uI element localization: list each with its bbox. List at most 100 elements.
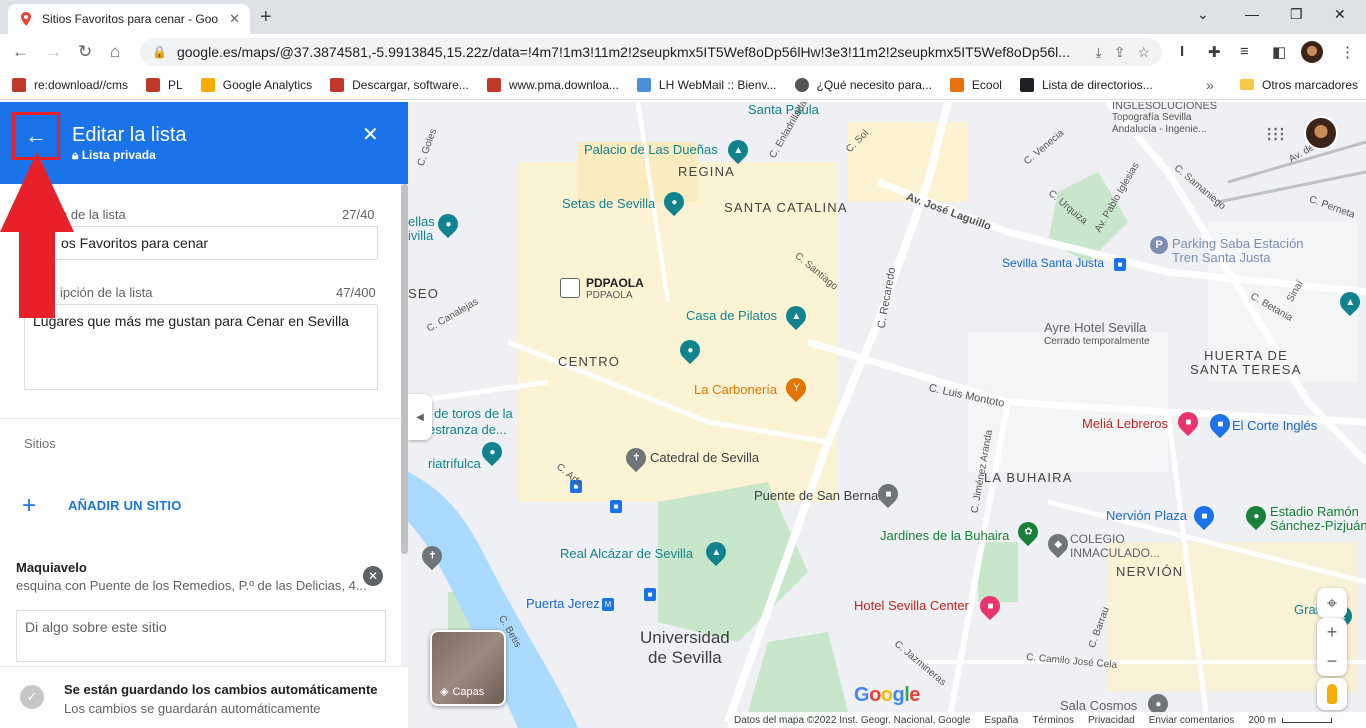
place-name[interactable]: Maquiavelo bbox=[16, 560, 87, 575]
bookmark-item[interactable]: Google Analytics bbox=[200, 77, 312, 92]
country-link[interactable]: España bbox=[984, 715, 1018, 726]
browser-tab[interactable]: Sitios Favoritos para cenar - Goo ✕ bbox=[8, 4, 250, 34]
poi-label[interactable]: Parking Saba Estación bbox=[1172, 236, 1304, 251]
close-panel-button[interactable]: ✕ bbox=[362, 122, 379, 147]
more-bookmarks-icon[interactable]: » bbox=[1206, 77, 1214, 93]
poi-label[interactable]: riatrifulca bbox=[428, 456, 481, 471]
poi-label[interactable]: PDPAOLA bbox=[586, 276, 644, 290]
poi-label[interactable]: Setas de Sevilla bbox=[562, 196, 655, 211]
poi-label[interactable]: Puente de San Bernardo bbox=[754, 488, 897, 503]
poi-label[interactable]: Casa de Pilatos bbox=[686, 308, 777, 323]
poi-label[interactable]: ivilla bbox=[408, 228, 433, 243]
plus-icon[interactable]: + bbox=[22, 492, 36, 520]
remove-place-button[interactable]: ✕ bbox=[363, 566, 383, 586]
poi-label[interactable]: Puerta Jerez bbox=[526, 596, 600, 611]
extension-i-icon[interactable]: I bbox=[1180, 43, 1184, 60]
bookmark-item[interactable]: LH WebMail :: Bienv... bbox=[636, 77, 777, 92]
scrollbar-thumb[interactable] bbox=[401, 184, 408, 554]
new-tab-button[interactable]: + bbox=[260, 6, 272, 29]
poi-label[interactable]: Sala Cosmos bbox=[1060, 698, 1137, 713]
poi-label[interactable]: Catedral de Sevilla bbox=[650, 450, 759, 465]
poi-label[interactable]: Nervión Plaza bbox=[1106, 508, 1187, 523]
menu-dots-icon[interactable]: ⋮ bbox=[1340, 43, 1355, 61]
transit-icon[interactable]: ■ bbox=[644, 588, 656, 601]
poi-label[interactable]: Meliá Lebreros bbox=[1082, 416, 1168, 431]
my-location-button[interactable]: ⌖ bbox=[1317, 588, 1347, 618]
share-icon[interactable]: ⇪ bbox=[1114, 44, 1126, 61]
list-description-textarea[interactable]: Lugares que más me gustan para Cenar en … bbox=[24, 304, 378, 390]
poi-label[interactable]: INMACULADO... bbox=[1070, 546, 1160, 560]
poi-label[interactable]: estranza de... bbox=[428, 422, 507, 437]
map-footer: Datos del mapa ©2022 Inst. Geogr. Nacion… bbox=[728, 712, 1366, 728]
poi-label[interactable]: Ayre Hotel Sevilla bbox=[1044, 320, 1146, 335]
parking-icon[interactable]: P bbox=[1150, 236, 1168, 254]
window-close-icon[interactable]: ✕ bbox=[1334, 6, 1346, 23]
zoom-out-button[interactable]: − bbox=[1327, 651, 1338, 672]
poi-label[interactable]: Jardines de la Buhaira bbox=[880, 528, 1009, 543]
forward-nav-icon[interactable]: → bbox=[45, 42, 62, 62]
browser-toolbar: ← → ↻ ⌂ 🔒 google.es/maps/@37.3874581,-5.… bbox=[0, 34, 1366, 70]
place-note-input[interactable]: Di algo sobre este sitio bbox=[16, 610, 386, 662]
poi-label[interactable]: Sánchez-Pizjuán bbox=[1270, 518, 1366, 533]
poi-label[interactable]: ellas bbox=[408, 214, 435, 229]
reload-icon[interactable]: ↻ bbox=[78, 42, 92, 62]
poi-label[interactable]: La Carbonería bbox=[694, 382, 777, 397]
street-view-pegman-icon[interactable] bbox=[1317, 678, 1347, 710]
url-text[interactable]: google.es/maps/@37.3874581,-5.9913845,15… bbox=[177, 44, 1084, 60]
collapse-panel-button[interactable]: ◀ bbox=[408, 394, 432, 440]
train-icon[interactable]: ■ bbox=[1114, 258, 1126, 271]
poi-label[interactable]: COLEGIO bbox=[1070, 532, 1125, 546]
terms-link[interactable]: Términos bbox=[1032, 715, 1074, 726]
bookmark-item[interactable]: PL bbox=[146, 77, 183, 92]
bookmark-label: PL bbox=[168, 77, 183, 92]
minimize-icon[interactable]: — bbox=[1245, 6, 1259, 22]
bookmark-star-icon[interactable]: ☆ bbox=[1137, 44, 1150, 61]
lock-icon[interactable]: 🔒 bbox=[152, 45, 167, 59]
map-canvas[interactable]: REGINA SANTA CATALINA CENTRO LA BUHAIRA … bbox=[408, 102, 1366, 728]
other-bookmarks[interactable]: Otros marcadores bbox=[1240, 78, 1358, 92]
account-avatar[interactable] bbox=[1304, 116, 1338, 150]
restore-icon[interactable]: ❐ bbox=[1290, 6, 1303, 23]
shop-marker-icon[interactable] bbox=[560, 278, 580, 298]
poi-label[interactable]: INGLESOLUCIONES bbox=[1112, 102, 1217, 112]
metro-icon[interactable]: M bbox=[602, 598, 614, 611]
tab-title: Sitios Favoritos para cenar - Goo bbox=[42, 12, 219, 26]
bookmark-item[interactable]: Ecool bbox=[949, 77, 1002, 92]
address-bar[interactable]: 🔒 google.es/maps/@37.3874581,-5.9913845,… bbox=[140, 38, 1162, 66]
google-apps-icon[interactable]: ⁝⁝⁝ bbox=[1266, 122, 1285, 147]
profile-avatar[interactable] bbox=[1301, 41, 1323, 63]
layers-button[interactable]: ◈ Capas bbox=[430, 630, 506, 706]
poi-label[interactable]: Real Alcázar de Sevilla bbox=[560, 546, 693, 561]
back-nav-icon[interactable]: ← bbox=[12, 42, 29, 62]
bookmark-item[interactable]: ¿Qué necesito para... bbox=[794, 77, 932, 92]
poi-label[interactable]: Hotel Sevilla Center bbox=[854, 598, 969, 613]
privacy-link[interactable]: Privacidad bbox=[1088, 715, 1135, 726]
panel-scrollbar[interactable] bbox=[401, 184, 408, 728]
home-icon[interactable]: ⌂ bbox=[110, 42, 120, 62]
poi-label[interactable]: Sevilla Santa Justa bbox=[1002, 256, 1104, 270]
tab-close-icon[interactable]: ✕ bbox=[229, 11, 240, 27]
extensions-puzzle-icon[interactable]: ✚ bbox=[1208, 43, 1221, 61]
poi-label[interactable]: Tren Santa Justa bbox=[1172, 250, 1271, 265]
media-queue-icon[interactable]: ≡ bbox=[1240, 43, 1249, 60]
poi-label[interactable]: Palacio de Las Dueñas bbox=[584, 142, 718, 157]
install-icon[interactable]: ⤓ bbox=[1096, 44, 1102, 61]
scale-label[interactable]: 200 m bbox=[1248, 715, 1276, 726]
poi-label[interactable]: de Sevilla bbox=[648, 648, 722, 667]
layers-label-wrap: ◈ Capas bbox=[440, 685, 484, 699]
bookmark-item[interactable]: Lista de directorios... bbox=[1019, 77, 1153, 92]
bookmark-item[interactable]: re:download//cms bbox=[12, 77, 128, 92]
bookmark-item[interactable]: Descargar, software... bbox=[330, 77, 469, 92]
poi-label[interactable]: Estadio Ramón bbox=[1270, 504, 1359, 519]
bookmark-item[interactable]: www.pma.downloa... bbox=[486, 77, 619, 92]
add-place-button[interactable]: AÑADIR UN SITIO bbox=[68, 498, 182, 513]
poi-label[interactable]: Universidad bbox=[640, 628, 730, 647]
zoom-in-button[interactable]: + bbox=[1327, 622, 1338, 643]
transit-icon[interactable]: ■ bbox=[610, 500, 622, 513]
side-panel-icon[interactable]: ◧ bbox=[1272, 43, 1286, 61]
list-name-input[interactable]: os Favoritos para cenar bbox=[24, 226, 378, 260]
poi-label[interactable]: de toros de la bbox=[434, 406, 513, 421]
feedback-link[interactable]: Enviar comentarios bbox=[1149, 715, 1235, 726]
tab-search-icon[interactable]: ⌄ bbox=[1197, 6, 1209, 23]
poi-label[interactable]: El Corte Inglés bbox=[1232, 418, 1317, 433]
